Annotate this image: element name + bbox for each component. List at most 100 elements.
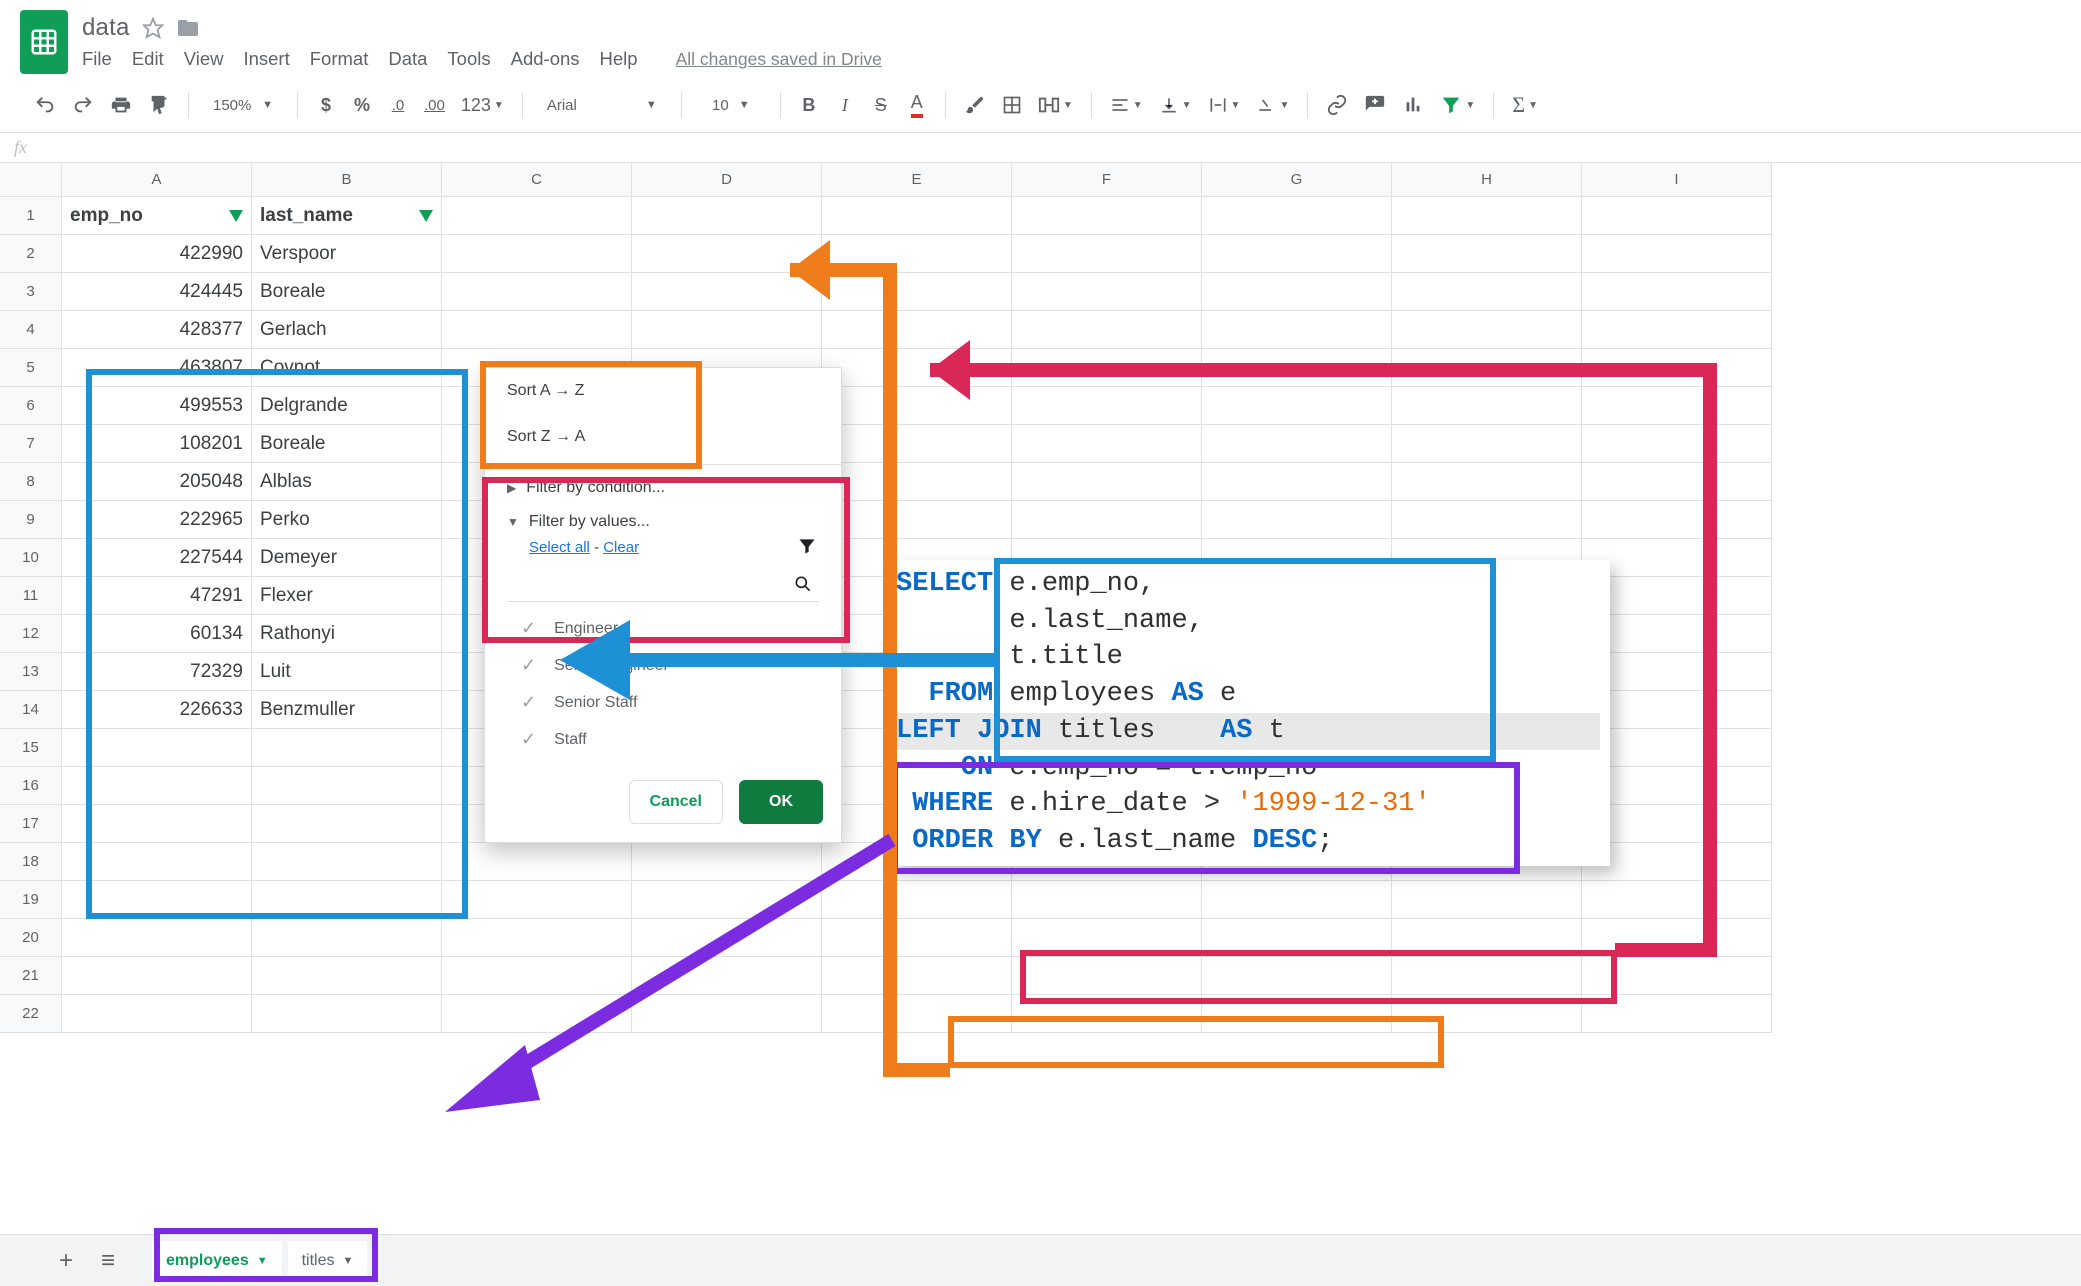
cell[interactable] [822,349,1012,387]
column-header[interactable]: F [1012,163,1202,197]
decrease-decimal-button[interactable]: .0 [384,88,412,122]
cell[interactable] [1582,501,1772,539]
cell[interactable] [1582,539,1772,577]
cell[interactable] [1582,995,1772,1033]
cell[interactable] [252,957,442,995]
cell[interactable] [1202,995,1392,1033]
cell[interactable] [1202,273,1392,311]
cell[interactable]: 108201 [62,425,252,463]
menu-file[interactable]: File [82,48,112,70]
filter-by-condition[interactable]: ▶ Filter by condition... [485,469,841,503]
filter-icon[interactable] [229,210,243,222]
filter-value-option[interactable]: ✓Senior Staff [485,684,841,721]
cell[interactable] [822,235,1012,273]
cell[interactable] [62,843,252,881]
clear-link[interactable]: Clear [603,539,639,556]
filter-icon[interactable] [419,210,433,222]
cell[interactable] [252,919,442,957]
row-header[interactable]: 9 [0,501,62,539]
borders-button[interactable] [998,88,1026,122]
row-header[interactable]: 21 [0,957,62,995]
cell[interactable] [62,729,252,767]
paint-format-button[interactable] [144,88,174,122]
column-header[interactable]: G [1202,163,1392,197]
select-all-corner[interactable] [0,163,62,197]
cell[interactable] [822,387,1012,425]
cell[interactable] [1582,463,1772,501]
cell[interactable] [1582,653,1772,691]
font-select[interactable]: Arial▼ [537,88,667,122]
cell[interactable] [1392,957,1582,995]
vertical-align-button[interactable]: ▼ [1155,88,1196,122]
cell[interactable] [252,729,442,767]
cell[interactable] [1202,349,1392,387]
all-sheets-button[interactable]: ≡ [90,1243,126,1279]
zoom-select[interactable]: 150%▼ [203,88,283,122]
cell[interactable] [1582,881,1772,919]
cell[interactable] [1012,197,1202,235]
row-header[interactable]: 2 [0,235,62,273]
cell[interactable] [1392,387,1582,425]
print-button[interactable] [106,88,136,122]
text-wrap-button[interactable]: ▼ [1204,88,1245,122]
horizontal-align-button[interactable]: ▼ [1106,88,1147,122]
cell[interactable] [822,501,1012,539]
cell[interactable] [1012,425,1202,463]
row-header[interactable]: 4 [0,311,62,349]
cell[interactable] [1392,501,1582,539]
column-header[interactable]: E [822,163,1012,197]
cell[interactable] [632,273,822,311]
cell[interactable] [1202,387,1392,425]
cell[interactable] [1582,577,1772,615]
cell[interactable] [1582,691,1772,729]
column-header[interactable]: A [62,163,252,197]
cell[interactable]: 463807 [62,349,252,387]
cell[interactable] [1582,729,1772,767]
cell[interactable] [252,843,442,881]
cell[interactable]: Demeyer [252,539,442,577]
cell[interactable]: 60134 [62,615,252,653]
merge-cells-button[interactable]: ▼ [1034,88,1077,122]
cell[interactable]: emp_no [62,197,252,235]
cell[interactable]: Benzmuller [252,691,442,729]
cell[interactable] [632,957,822,995]
cell[interactable] [1012,919,1202,957]
cell[interactable] [62,957,252,995]
insert-link-button[interactable] [1322,88,1352,122]
row-header[interactable]: 11 [0,577,62,615]
cell[interactable] [1202,501,1392,539]
cell[interactable] [632,919,822,957]
column-header[interactable]: I [1582,163,1772,197]
cell[interactable] [822,273,1012,311]
cell[interactable]: Alblas [252,463,442,501]
cell[interactable]: Rathonyi [252,615,442,653]
cell[interactable] [1012,501,1202,539]
add-sheet-button[interactable]: + [48,1243,84,1279]
cell[interactable]: 72329 [62,653,252,691]
cell[interactable] [442,957,632,995]
cell[interactable] [822,919,1012,957]
cell[interactable] [822,311,1012,349]
menu-edit[interactable]: Edit [132,48,164,70]
cell[interactable] [252,767,442,805]
text-color-button[interactable]: A [903,88,931,122]
menu-addons[interactable]: Add-ons [511,48,580,70]
cell[interactable] [822,957,1012,995]
row-header[interactable]: 14 [0,691,62,729]
sort-az[interactable]: Sort A → Z [485,368,841,414]
undo-button[interactable] [30,88,60,122]
row-header[interactable]: 7 [0,425,62,463]
cell[interactable] [1392,311,1582,349]
ok-button[interactable]: OK [739,780,823,824]
menu-insert[interactable]: Insert [243,48,289,70]
cell[interactable]: Perko [252,501,442,539]
cell[interactable] [252,995,442,1033]
row-header[interactable]: 13 [0,653,62,691]
cell[interactable] [1012,463,1202,501]
column-header[interactable]: H [1392,163,1582,197]
sheet-tab-employees[interactable]: employees▼ [152,1241,282,1281]
cell[interactable]: Flexer [252,577,442,615]
menu-view[interactable]: View [184,48,224,70]
menu-format[interactable]: Format [310,48,369,70]
cell[interactable] [442,881,632,919]
